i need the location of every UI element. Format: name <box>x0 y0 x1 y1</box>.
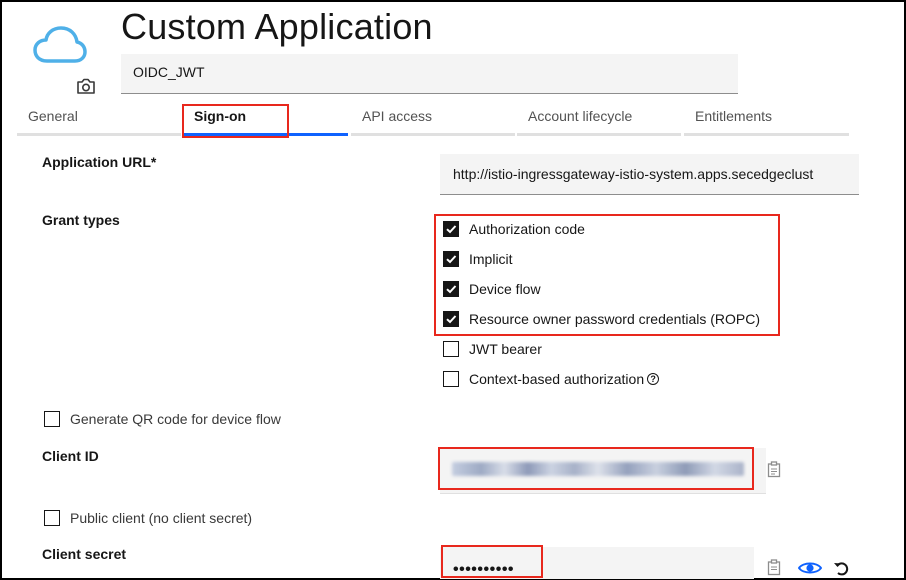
client-id-label: Client ID <box>42 448 99 464</box>
grant-authorization-code[interactable]: Authorization code <box>443 221 585 237</box>
grant-label: Resource owner password credentials (ROP… <box>469 311 760 327</box>
grant-ropc[interactable]: Resource owner password credentials (ROP… <box>443 311 760 327</box>
client-secret-label: Client secret <box>42 546 127 562</box>
checkbox-unchecked-icon[interactable] <box>443 341 459 357</box>
checkbox-checked-icon[interactable] <box>443 251 459 267</box>
application-url-input[interactable]: http://istio-ingressgateway-istio-system… <box>440 154 859 195</box>
checkbox-unchecked-icon[interactable] <box>44 411 60 427</box>
client-secret-input[interactable]: •••••••••• <box>440 547 754 579</box>
grant-label: Authorization code <box>469 221 585 237</box>
tab-sign-on[interactable]: Sign-on <box>183 102 348 136</box>
tab-entitlements[interactable]: Entitlements <box>684 102 849 136</box>
checkbox-unchecked-icon[interactable] <box>44 510 60 526</box>
grant-label: Context-based authorization <box>469 371 645 387</box>
tab-account-lifecycle[interactable]: Account lifecycle <box>517 102 681 136</box>
checkbox-checked-icon[interactable] <box>443 311 459 327</box>
page-title: Custom Application <box>121 6 433 47</box>
application-name-input[interactable]: OIDC_JWT <box>121 54 738 94</box>
public-client-label: Public client (no client secret) <box>70 510 253 526</box>
grant-device-flow[interactable]: Device flow <box>443 281 541 297</box>
grant-implicit[interactable]: Implicit <box>443 251 513 267</box>
checkbox-checked-icon[interactable] <box>443 281 459 297</box>
checkbox-checked-icon[interactable] <box>443 221 459 237</box>
help-icon[interactable]: ? <box>647 373 660 385</box>
tab-general[interactable]: General <box>17 102 181 136</box>
grant-label: Implicit <box>469 251 513 267</box>
grant-context-based-authorization[interactable]: Context-based authorization ? <box>443 371 660 387</box>
grant-jwt-bearer[interactable]: JWT bearer <box>443 341 542 357</box>
grant-label: Device flow <box>469 281 541 297</box>
application-url-label: Application URL* <box>42 154 157 170</box>
regenerate-icon[interactable] <box>833 560 849 576</box>
public-client-checkbox[interactable]: Public client (no client secret) <box>44 510 252 526</box>
copy-icon[interactable] <box>767 559 781 576</box>
client-id-input[interactable] <box>440 448 766 494</box>
checkbox-unchecked-icon[interactable] <box>443 371 459 387</box>
tab-api-access[interactable]: API access <box>351 102 515 136</box>
client-id-redacted <box>452 462 744 476</box>
generate-qr-code-checkbox[interactable]: Generate QR code for device flow <box>44 411 281 427</box>
eye-icon[interactable] <box>798 560 822 576</box>
grant-label: JWT bearer <box>469 341 542 357</box>
copy-icon[interactable] <box>767 461 781 478</box>
camera-icon[interactable] <box>76 78 96 94</box>
cloud-icon <box>33 26 87 63</box>
qr-label: Generate QR code for device flow <box>70 411 281 427</box>
grant-types-label: Grant types <box>42 212 120 228</box>
